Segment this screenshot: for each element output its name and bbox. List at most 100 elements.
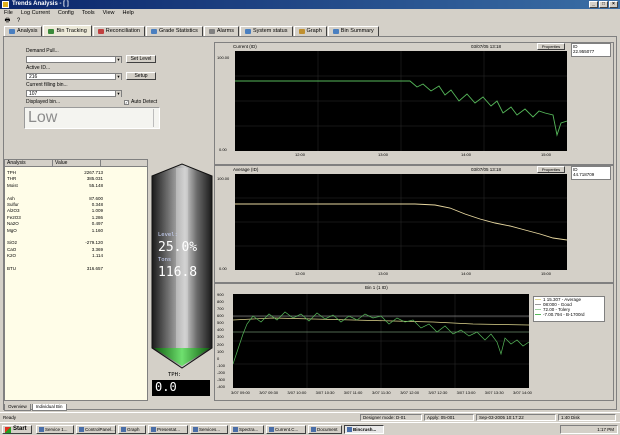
- analysis-value: -279.120: [85, 240, 103, 246]
- chevron-down-icon[interactable]: ▼: [115, 74, 121, 80]
- analysis-name: K2O: [7, 253, 17, 259]
- tab-reconciliation[interactable]: Reconciliation: [92, 26, 145, 36]
- y-tick: 300: [217, 334, 224, 340]
- tab-grade-statistics[interactable]: Grade Statistics: [146, 26, 203, 36]
- tab-individual-bin[interactable]: Individual Bin: [31, 404, 67, 411]
- current-chart-y-min: 0.00: [219, 147, 227, 152]
- current-chart-x-axis: 12:00 13:00 14:00 15:00: [235, 152, 567, 159]
- bin-history-chart-panel: Bin 1 (1 ID) 900 800 700 600 500 400 300 200 100…: [214, 283, 614, 401]
- taskbar-item[interactable]: Services...: [190, 425, 228, 434]
- taskbar-item[interactable]: Service 1...: [36, 425, 74, 434]
- auto-detect-checkbox[interactable]: ✓ Auto Detect: [124, 99, 157, 105]
- demand-pull-label: Demand Pull...: [26, 48, 59, 54]
- menu-view[interactable]: View: [103, 9, 115, 17]
- bin-center-stripe: [176, 168, 188, 348]
- legend-label: -7.00.794 - B-1700rd: [543, 312, 585, 317]
- chevron-down-icon[interactable]: ▼: [115, 91, 121, 97]
- y-tick: 500: [217, 320, 224, 326]
- analysis-name: Fe2O3: [7, 214, 21, 220]
- table-row: [7, 189, 147, 195]
- taskbar-item[interactable]: Presentat...: [148, 425, 188, 434]
- current-chart-readout: ID 22.955077: [571, 43, 611, 57]
- menu-log-current[interactable]: Log Current: [21, 9, 50, 17]
- menu-file[interactable]: File: [4, 9, 13, 17]
- close-button[interactable]: ×: [609, 1, 618, 8]
- tab-bin-tracking[interactable]: Bin Tracking: [43, 25, 92, 36]
- status-apply: Apply: 05-001: [424, 414, 474, 421]
- app-icon: [2, 1, 9, 8]
- tons-value: 116.8: [158, 265, 198, 280]
- legend-swatch: [535, 304, 541, 306]
- status-scrollbar[interactable]: [153, 109, 158, 127]
- x-tick: 14:00: [461, 271, 472, 276]
- window-icon: [121, 427, 126, 432]
- tph-display: 0.0: [152, 380, 210, 396]
- print-icon[interactable]: 🖶: [4, 18, 11, 25]
- tab-system-status[interactable]: System status: [239, 26, 293, 36]
- start-button[interactable]: Start: [2, 425, 32, 434]
- analysis-value: 3.369: [91, 246, 103, 252]
- table-row: TPH 2267.713: [7, 170, 147, 176]
- x-tick: 3/07 12:30: [428, 390, 448, 395]
- taskbar-item[interactable]: Document: [308, 425, 342, 434]
- legend-entry: -7.00.794 - B-1700rd: [535, 312, 604, 317]
- active-id-combo[interactable]: 216 ▼: [26, 73, 122, 80]
- taskbar-item[interactable]: Graph: [118, 425, 146, 434]
- minimize-button[interactable]: _: [589, 1, 598, 8]
- menu-config[interactable]: Config: [58, 9, 74, 17]
- tab-analysis[interactable]: Analysis: [4, 26, 43, 36]
- setup-button[interactable]: Setup: [126, 72, 156, 80]
- level-label: Level:: [158, 232, 178, 238]
- table-row: MgO 1.160: [7, 228, 147, 234]
- y-tick: 700: [217, 306, 224, 312]
- x-tick: 14:00: [461, 152, 472, 157]
- average-chart-plot[interactable]: [235, 174, 568, 270]
- analysis-value: 316.657: [86, 266, 103, 271]
- help-icon[interactable]: ?: [15, 18, 22, 25]
- taskbar-item[interactable]: ControlPanel...: [76, 425, 116, 434]
- x-tick: 3/07 11:00: [343, 390, 363, 395]
- bin-history-legend: 1 15.307 - Average 08:000 - Good 72.00 - T…: [533, 296, 605, 322]
- column-header-value[interactable]: Value: [53, 160, 101, 166]
- y-tick: -100: [217, 362, 226, 368]
- analysis-value: 2267.713: [84, 170, 103, 175]
- analysis-value: 1.286: [91, 214, 103, 220]
- average-chart-y-min: 0.00: [219, 266, 227, 271]
- average-chart-panel: Average (ID) 03/07/05 13:18 Properties I…: [214, 165, 614, 283]
- average-chart-readout: ID 44.718709: [571, 166, 611, 180]
- window-icon: [347, 427, 352, 432]
- bin-summary-tab-icon: [332, 29, 339, 34]
- bin-level-gauge: Level: 25.0% Tons 116.8 TPH: 0.0: [150, 162, 214, 396]
- analysis-name: Al2O3: [7, 208, 20, 214]
- demand-pull-combo[interactable]: ▼: [26, 56, 122, 63]
- tab-overview[interactable]: Overview: [4, 404, 31, 411]
- current-chart-properties-button[interactable]: Properties: [537, 43, 565, 50]
- current-chart-title: Current (ID): [233, 44, 257, 49]
- chevron-down-icon[interactable]: ▼: [115, 57, 121, 63]
- tab-graph[interactable]: Graph: [293, 26, 327, 36]
- maximize-button[interactable]: □: [599, 1, 608, 8]
- taskbar-item[interactable]: Current.C...: [266, 425, 306, 434]
- x-tick: 3/07 12:00: [400, 390, 420, 395]
- analysis-name: Ash: [7, 195, 15, 201]
- x-tick: 3/07 13:30: [484, 390, 504, 395]
- set-level-button[interactable]: Set Level: [126, 55, 156, 63]
- x-tick: 13:00: [378, 271, 389, 276]
- column-header-analysis[interactable]: Analysis: [5, 160, 53, 166]
- tab-alarms[interactable]: Alarms: [203, 26, 239, 36]
- menu-bar: File Log Current Config Tools View Help: [0, 9, 620, 17]
- x-tick: 15:00: [541, 152, 552, 157]
- current-chart-plot[interactable]: [235, 51, 568, 151]
- average-chart-properties-button[interactable]: Properties: [537, 166, 565, 173]
- bin-history-plot[interactable]: [232, 294, 530, 388]
- tab-bin-summary[interactable]: Bin Summary: [327, 26, 379, 36]
- menu-help[interactable]: Help: [123, 9, 134, 17]
- y-tick: -400: [217, 384, 226, 389]
- taskbar-item[interactable]: Spectra...: [230, 425, 264, 434]
- current-chart-svg: [235, 51, 568, 151]
- current-filling-bin-combo[interactable]: 107 ▼: [26, 90, 122, 97]
- level-value: 25.0%: [158, 240, 198, 255]
- menu-tools[interactable]: Tools: [82, 9, 95, 17]
- status-text: Ready: [3, 415, 17, 420]
- taskbar-item[interactable]: Bincrush...: [344, 425, 384, 434]
